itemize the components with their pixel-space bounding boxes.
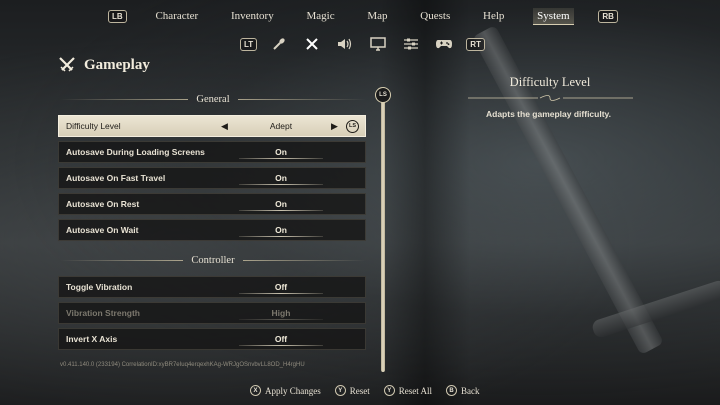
scrollbar-ls-icon[interactable]: LS: [375, 87, 391, 103]
setting-value: On: [275, 225, 287, 235]
setting-label: Toggle Vibration: [66, 282, 133, 292]
setting-label: Vibration Strength: [66, 308, 140, 318]
section-title-controller: Controller: [191, 254, 235, 266]
setting-row-autosave-loading[interactable]: Autosave During Loading Screens On: [58, 141, 366, 163]
settings-category-bar: LT RT: [240, 33, 485, 55]
page-title: Gameplay: [84, 56, 150, 73]
reset-all-label: Reset All: [398, 385, 432, 396]
setting-row-invert-x-axis[interactable]: Invert X Axis Off: [58, 328, 366, 350]
value-underline: [239, 319, 323, 320]
sliders-icon[interactable]: [400, 34, 422, 54]
back-label: Back: [461, 385, 480, 396]
footer-actions: X Apply Changes Y Reset Y Reset All B Ba…: [250, 385, 488, 396]
setting-row-difficulty-level[interactable]: Difficulty Level ◀ Adept ▶ LS: [58, 115, 366, 137]
detail-title: Difficulty Level: [509, 75, 591, 89]
lt-button[interactable]: LT: [240, 37, 258, 51]
apply-changes-button[interactable]: X Apply Changes: [250, 385, 321, 396]
setting-value: Off: [274, 282, 288, 292]
speaker-icon[interactable]: [334, 34, 356, 54]
arrow-left-icon[interactable]: ◀: [221, 121, 228, 132]
reset-button[interactable]: Y Reset: [334, 385, 370, 396]
arrow-right-icon[interactable]: ▶: [331, 121, 338, 132]
tab-magic[interactable]: Magic: [302, 8, 338, 24]
y-button-icon: Y: [334, 385, 346, 396]
setting-label: Autosave During Loading Screens: [66, 147, 205, 157]
y-button-icon: Y: [383, 385, 395, 396]
setting-value: On: [275, 147, 287, 157]
rt-button[interactable]: RT: [466, 37, 485, 51]
setting-label: Invert X Axis: [66, 334, 118, 344]
section-header-general: General: [60, 92, 367, 106]
tab-inventory[interactable]: Inventory: [227, 8, 278, 24]
back-button[interactable]: B Back: [446, 385, 480, 396]
setting-row-autosave-rest[interactable]: Autosave On Rest On: [58, 193, 366, 215]
setting-label: Autosave On Fast Travel: [66, 173, 166, 183]
setting-value: Adept: [269, 121, 293, 131]
value-underline: [239, 293, 323, 294]
gamepad-icon[interactable]: [433, 34, 455, 54]
setting-row-autosave-fast-travel[interactable]: Autosave On Fast Travel On: [58, 167, 366, 189]
setting-row-toggle-vibration[interactable]: Toggle Vibration Off: [58, 276, 366, 298]
apply-changes-label: Apply Changes: [265, 385, 321, 396]
setting-label: Autosave On Rest: [66, 199, 140, 209]
scrollbar[interactable]: [381, 100, 385, 372]
ls-stick-icon: LS: [346, 119, 359, 133]
divider: [60, 259, 184, 261]
top-nav: LB Character Inventory Magic Map Quests …: [108, 4, 618, 28]
swords-icon[interactable]: [301, 34, 323, 54]
background-pillar: [380, 0, 470, 405]
setting-row-autosave-wait[interactable]: Autosave On Wait On: [58, 219, 366, 241]
divider: [242, 259, 367, 261]
setting-value: On: [275, 199, 287, 209]
tab-quests[interactable]: Quests: [416, 8, 454, 24]
setting-value: Off: [274, 334, 288, 344]
x-button-icon: X: [250, 385, 261, 396]
detail-description: Adapts the gameplay difficulty.: [486, 109, 612, 119]
tab-system[interactable]: System: [533, 7, 574, 25]
divider: [60, 98, 189, 100]
setting-label: Autosave On Wait: [66, 225, 139, 235]
crossed-swords-icon: [59, 57, 75, 72]
version-text: v0.411.140.0 (233194) CorrelationID:xyBR…: [60, 362, 305, 368]
tab-map[interactable]: Map: [363, 8, 391, 24]
ornament-divider: [468, 95, 633, 101]
reset-label: Reset: [349, 385, 370, 396]
value-underline: [239, 345, 323, 346]
reset-all-button[interactable]: Y Reset All: [383, 385, 432, 396]
section-header-controller: Controller: [60, 253, 367, 267]
torch-icon[interactable]: [268, 34, 290, 54]
value-underline: [239, 158, 323, 159]
b-button-icon: B: [446, 385, 457, 396]
value-underline: [239, 184, 323, 185]
value-underline: [239, 210, 323, 211]
rb-button[interactable]: RB: [598, 9, 618, 23]
section-title-general: General: [196, 93, 230, 105]
setting-value: High: [271, 308, 291, 318]
setting-row-vibration-strength: Vibration Strength High: [58, 302, 366, 324]
divider: [237, 98, 367, 100]
value-underline: [239, 236, 323, 237]
page-header: Gameplay: [58, 56, 150, 74]
setting-value: On: [275, 173, 287, 183]
setting-label: Difficulty Level: [66, 121, 121, 131]
lb-button[interactable]: LB: [108, 9, 127, 23]
monitor-icon[interactable]: [367, 34, 389, 54]
tab-help[interactable]: Help: [479, 8, 508, 24]
tab-character[interactable]: Character: [151, 8, 202, 24]
